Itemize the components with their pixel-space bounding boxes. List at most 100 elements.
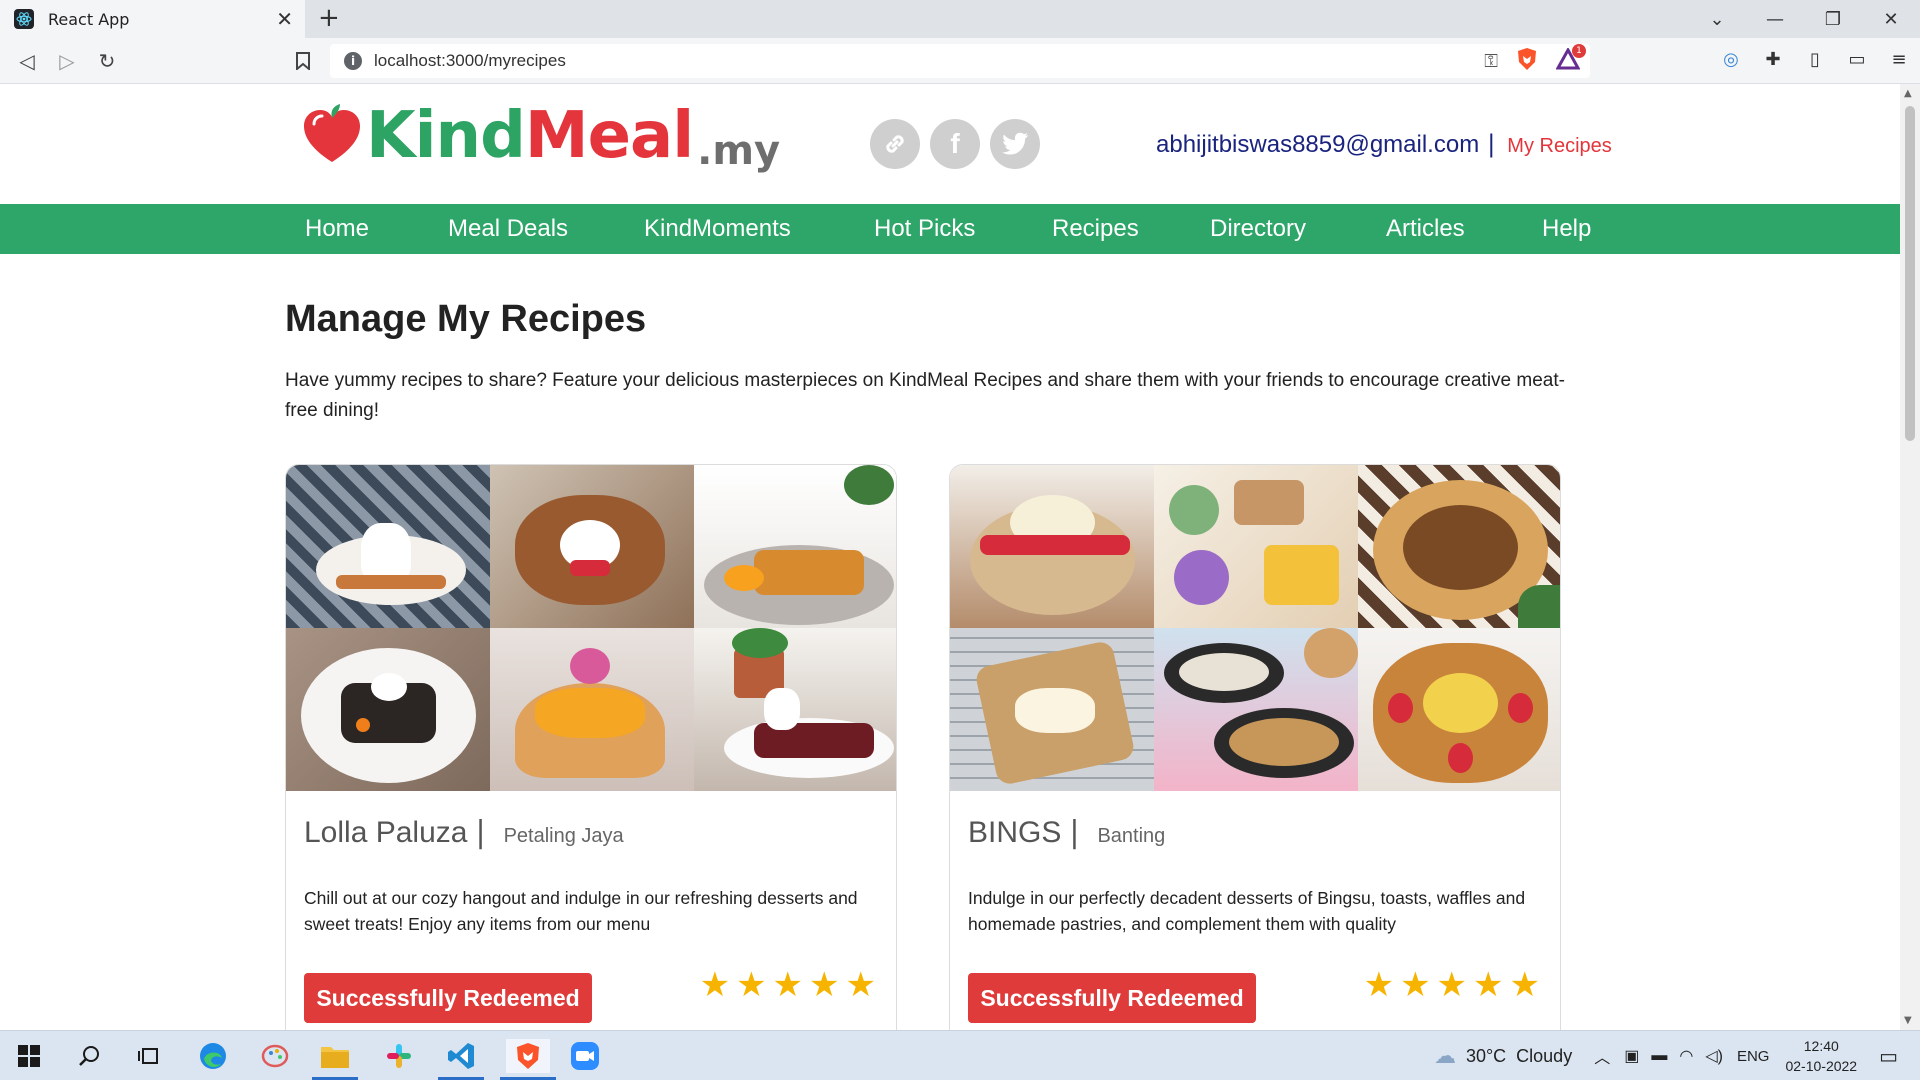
scroll-up-icon[interactable]: ▲ (1904, 88, 1912, 99)
bookmark-icon[interactable] (290, 48, 316, 74)
close-window-icon[interactable]: ✕ (1862, 0, 1920, 38)
system-tray: ☁ 30°C Cloudy ︿ ▣ ▬ ◠ ◁) ENG 12:40 02-10… (1434, 1031, 1920, 1080)
file-explorer-icon[interactable] (318, 1039, 352, 1073)
back-icon[interactable]: ◁ (14, 48, 40, 74)
card-header: BINGS | Banting (968, 815, 1165, 850)
user-email[interactable]: abhijitbiswas8859@gmail.com (1156, 131, 1479, 159)
redeemed-button[interactable]: Successfully Redeemed (968, 973, 1256, 1023)
restaurant-name[interactable]: Lolla Paluza (304, 816, 467, 850)
card-separator: | (475, 815, 486, 850)
scroll-thumb[interactable] (1905, 106, 1915, 441)
task-view-icon[interactable] (132, 1039, 166, 1073)
url-text[interactable]: localhost:3000/myrecipes (374, 51, 566, 71)
recipe-card[interactable]: Lolla Paluza | Petaling Jaya Chill out a… (285, 464, 897, 1030)
vpn-icon[interactable]: ◎ (1720, 48, 1742, 70)
windows-start-icon[interactable] (12, 1039, 46, 1073)
dessert-photo (490, 465, 694, 628)
slack-icon[interactable] (382, 1039, 416, 1073)
minimize-icon[interactable]: — (1746, 0, 1804, 38)
nav-help[interactable]: Help (1542, 204, 1591, 254)
dessert-photo (286, 465, 490, 628)
nav-home[interactable]: Home (305, 204, 369, 254)
browser-tab[interactable]: React App ✕ (0, 0, 305, 38)
zoom-icon[interactable] (568, 1039, 602, 1073)
cloud-icon: ☁ (1433, 1043, 1456, 1068)
meet-now-icon[interactable]: ▣ (1624, 1046, 1639, 1066)
restore-icon[interactable]: ❐ (1804, 0, 1862, 38)
chevron-up-icon[interactable]: ︿ (1594, 1044, 1610, 1068)
menu-icon[interactable]: ≡ (1888, 48, 1910, 70)
heart-apple-icon (304, 104, 360, 162)
dessert-photo (1154, 465, 1358, 628)
browser-toolbar: ◁ ▷ ↻ i localhost:3000/myrecipes ⚿ 1 ◎ ✚… (0, 38, 1920, 84)
redeemed-button[interactable]: Successfully Redeemed (304, 973, 592, 1023)
nav-recipes[interactable]: Recipes (1052, 204, 1139, 254)
user-separator: | (1487, 130, 1496, 158)
vscode-icon[interactable] (444, 1039, 478, 1073)
forward-icon[interactable]: ▷ (54, 48, 80, 74)
star-icon: ★ (809, 965, 840, 1005)
search-icon[interactable] (72, 1039, 106, 1073)
star-icon: ★ (736, 965, 767, 1005)
restaurant-name[interactable]: BINGS (968, 816, 1061, 850)
logo-kind-text: Kind (366, 99, 526, 173)
page-title: Manage My Recipes (285, 298, 647, 340)
dessert-photo (1358, 628, 1560, 791)
main-nav: Home Meal Deals KindMoments Hot Picks Re… (0, 204, 1900, 254)
nav-kindmoments[interactable]: KindMoments (644, 204, 791, 254)
recipe-card[interactable]: BINGS | Banting Indulge in our perfectly… (949, 464, 1561, 1030)
kindmeal-logo[interactable]: KindMeal .my (300, 104, 780, 174)
scroll-down-icon[interactable]: ▼ (1904, 1015, 1912, 1026)
extensions-icon[interactable]: ✚ (1762, 48, 1784, 70)
new-tab-icon[interactable]: + (318, 3, 340, 33)
nav-hot-picks[interactable]: Hot Picks (874, 204, 975, 254)
dessert-photo (950, 628, 1154, 791)
address-bar-actions: ⚿ 1 (1484, 44, 1586, 75)
logo-meal-text: Meal (524, 99, 694, 173)
notification-badge: 1 (1572, 44, 1586, 58)
language-indicator[interactable]: ENG (1737, 1048, 1770, 1065)
page-intro: Have yummy recipes to share? Feature you… (285, 370, 1565, 421)
clock-date: 02-10-2022 (1785, 1058, 1858, 1074)
notifications-icon[interactable]: ▭ (1879, 1044, 1898, 1069)
weather-text[interactable]: 30°C Cloudy (1466, 1046, 1572, 1067)
brave-shield-icon[interactable] (1516, 47, 1538, 75)
dessert-photo (950, 465, 1154, 628)
my-recipes-link[interactable]: My Recipes (1507, 135, 1611, 158)
reload-icon[interactable]: ↻ (94, 48, 120, 74)
photo-collage (286, 465, 896, 791)
tab-search-icon[interactable]: ⌄ (1688, 0, 1746, 38)
paint-app-icon[interactable] (258, 1039, 292, 1073)
facebook-icon[interactable]: f (930, 119, 980, 169)
key-icon[interactable]: ⚿ (1484, 51, 1498, 72)
address-bar[interactable]: i localhost:3000/myrecipes ⚿ 1 (330, 44, 1590, 78)
page-scrollbar[interactable]: ▲ ▼ (1900, 84, 1920, 1030)
dessert-photo (1154, 628, 1358, 791)
nav-directory[interactable]: Directory (1210, 204, 1306, 254)
star-icon: ★ (845, 965, 876, 1005)
windows-taskbar: ☁ 30°C Cloudy ︿ ▣ ▬ ◠ ◁) ENG 12:40 02-10… (0, 1030, 1920, 1080)
card-header: Lolla Paluza | Petaling Jaya (304, 815, 624, 850)
battery-icon[interactable]: ▬ (1651, 1047, 1667, 1065)
nav-articles[interactable]: Articles (1386, 204, 1465, 254)
wifi-icon[interactable]: ◠ (1679, 1046, 1693, 1066)
sidebar-icon[interactable]: ▯ (1804, 48, 1826, 70)
nav-meal-deals[interactable]: Meal Deals (448, 204, 568, 254)
clock[interactable]: 12:40 02-10-2022 (1785, 1036, 1857, 1076)
star-icon: ★ (699, 965, 731, 1005)
brave-browser-icon[interactable] (506, 1039, 550, 1073)
twitter-icon[interactable] (990, 119, 1040, 169)
card-separator: | (1069, 815, 1080, 850)
site-info-icon[interactable]: i (344, 52, 362, 70)
wallet-icon[interactable]: ▭ (1846, 48, 1868, 70)
brave-rewards-icon[interactable]: 1 (1555, 44, 1586, 74)
close-tab-icon[interactable]: ✕ (276, 7, 293, 31)
star-icon: ★ (1400, 965, 1431, 1005)
volume-icon[interactable]: ◁) (1705, 1046, 1723, 1066)
window-controls: ⌄ — ❐ ✕ (1688, 0, 1920, 38)
link-icon[interactable] (870, 119, 920, 169)
card-description: Chill out at our cozy hangout and indulg… (304, 888, 858, 934)
restaurant-location: Petaling Jaya (503, 825, 624, 847)
card-description: Indulge in our perfectly decadent desser… (968, 888, 1526, 934)
edge-icon[interactable] (196, 1039, 230, 1073)
